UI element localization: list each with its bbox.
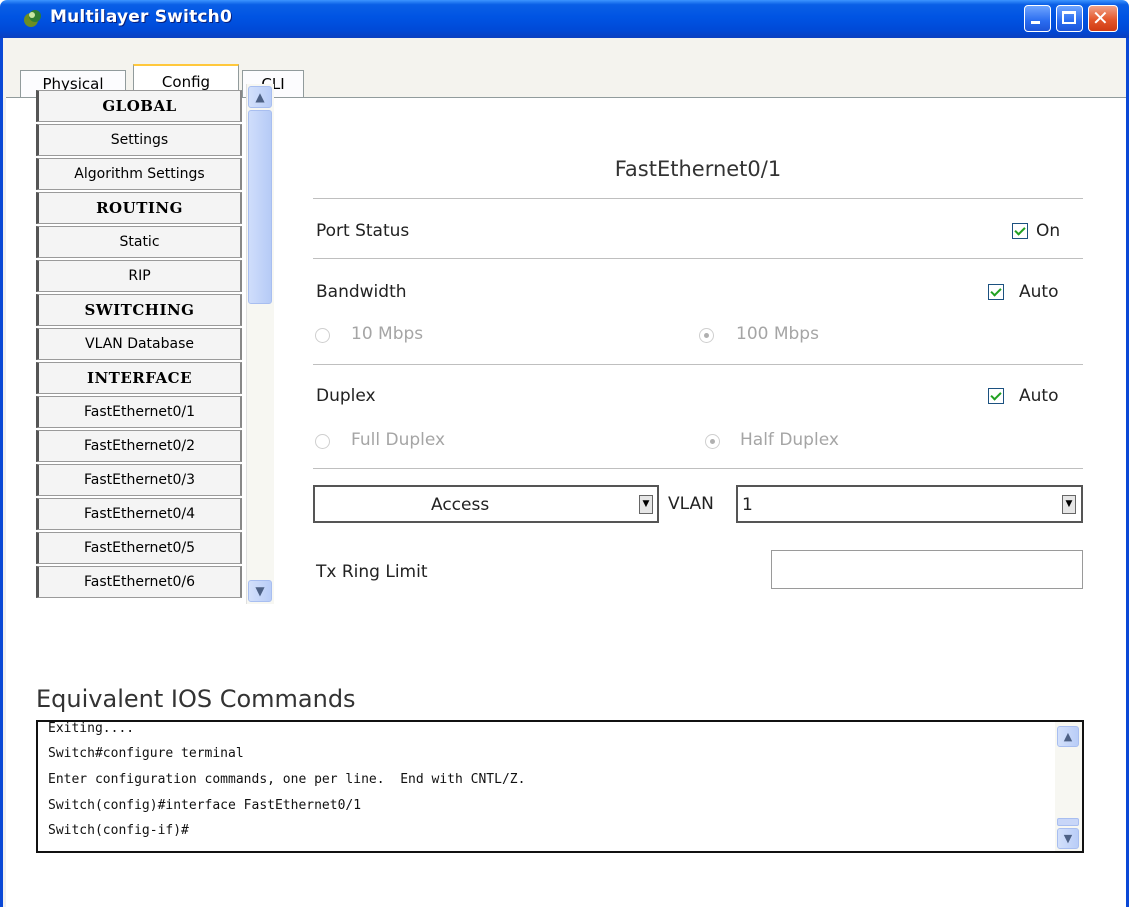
bandwidth-auto-label: Auto — [1019, 282, 1059, 302]
port-status-on-label: On — [1036, 221, 1061, 241]
console-line: Switch#configure terminal — [48, 746, 244, 761]
minimize-button[interactable] — [1024, 5, 1051, 32]
vlan-label: VLAN — [668, 494, 714, 514]
bandwidth-100-radio[interactable] — [699, 328, 714, 343]
sidebar-item-fastethernet0-2[interactable]: FastEthernet0/2 — [36, 430, 242, 462]
sidebar-item-settings[interactable]: Settings — [36, 124, 242, 156]
port-status-label: Port Status — [316, 221, 410, 241]
chevron-down-icon[interactable]: ▼ — [1062, 495, 1076, 514]
tx-ring-limit-input[interactable] — [771, 550, 1083, 589]
sidebar-item-fastethernet0-6[interactable]: FastEthernet0/6 — [36, 566, 242, 598]
window-title: Multilayer Switch0 — [50, 7, 233, 27]
sidebar-header-global[interactable]: GLOBAL — [36, 90, 242, 122]
port-status-checkbox[interactable] — [1012, 223, 1028, 239]
port-mode-select[interactable]: Access ▼ — [313, 485, 659, 523]
sidebar-item-rip[interactable]: RIP — [36, 260, 242, 292]
minimize-icon — [1031, 21, 1040, 24]
sidebar-header-interface[interactable]: INTERFACE — [36, 362, 242, 394]
sidebar-item-algorithm-settings[interactable]: Algorithm Settings — [36, 158, 242, 190]
duplex-auto-checkbox[interactable] — [988, 388, 1004, 404]
maximize-button[interactable] — [1056, 5, 1083, 32]
close-icon: ✕ — [1092, 6, 1109, 30]
duplex-auto-label: Auto — [1019, 386, 1059, 406]
scroll-down-icon[interactable]: ▼ — [1057, 828, 1079, 849]
sidebar-item-static[interactable]: Static — [36, 226, 242, 258]
divider — [313, 198, 1083, 199]
console-line: Enter configuration commands, one per li… — [48, 772, 526, 787]
sidebar-header-switching[interactable]: SWITCHING — [36, 294, 242, 326]
sidebar-item-fastethernet0-1[interactable]: FastEthernet0/1 — [36, 396, 242, 428]
scroll-up-icon[interactable]: ▲ — [248, 86, 272, 108]
full-duplex-label: Full Duplex — [351, 430, 446, 450]
port-mode-value: Access — [431, 495, 490, 515]
vlan-value: 1 — [742, 495, 753, 515]
bandwidth-100-label: 100 Mbps — [736, 324, 819, 344]
bandwidth-10-radio[interactable] — [315, 328, 330, 343]
sidebar-scroll-thumb[interactable] — [248, 110, 272, 304]
divider — [313, 258, 1083, 259]
duplex-label: Duplex — [316, 386, 376, 406]
console-scroll-thumb[interactable] — [1057, 818, 1079, 826]
scroll-down-icon[interactable]: ▼ — [248, 580, 272, 602]
maximize-icon — [1062, 11, 1076, 24]
sidebar-header-routing[interactable]: ROUTING — [36, 192, 242, 224]
full-duplex-radio[interactable] — [315, 434, 330, 449]
title-bar[interactable]: Multilayer Switch0 ✕ — [0, 0, 1129, 38]
ios-commands-heading: Equivalent IOS Commands — [36, 685, 356, 713]
bandwidth-label: Bandwidth — [316, 282, 407, 302]
app-icon — [24, 10, 41, 27]
half-duplex-label: Half Duplex — [740, 430, 839, 450]
vlan-select[interactable]: 1 ▼ — [736, 485, 1083, 523]
sidebar-item-fastethernet0-3[interactable]: FastEthernet0/3 — [36, 464, 242, 496]
config-sidebar: GLOBAL Settings Algorithm Settings ROUTI… — [36, 84, 276, 604]
interface-title: FastEthernet0/1 — [614, 157, 782, 181]
ios-commands-console[interactable]: Exiting.... Switch#configure terminal En… — [36, 720, 1084, 853]
sidebar-item-vlan-database[interactable]: VLAN Database — [36, 328, 242, 360]
bandwidth-auto-checkbox[interactable] — [988, 284, 1004, 300]
scroll-up-icon[interactable]: ▲ — [1057, 726, 1079, 747]
divider — [313, 468, 1083, 469]
console-line: Switch(config)#interface FastEthernet0/1 — [48, 798, 362, 813]
chevron-down-icon[interactable]: ▼ — [639, 495, 653, 514]
tx-ring-limit-label: Tx Ring Limit — [316, 562, 428, 582]
half-duplex-radio[interactable] — [705, 434, 720, 449]
sidebar-item-fastethernet0-5[interactable]: FastEthernet0/5 — [36, 532, 242, 564]
close-button[interactable]: ✕ — [1088, 5, 1118, 32]
bandwidth-10-label: 10 Mbps — [351, 324, 424, 344]
console-line: Switch(config-if)# — [48, 823, 189, 838]
sidebar-item-fastethernet0-4[interactable]: FastEthernet0/4 — [36, 498, 242, 530]
divider — [313, 364, 1083, 365]
console-line: Exiting.... — [48, 721, 135, 736]
